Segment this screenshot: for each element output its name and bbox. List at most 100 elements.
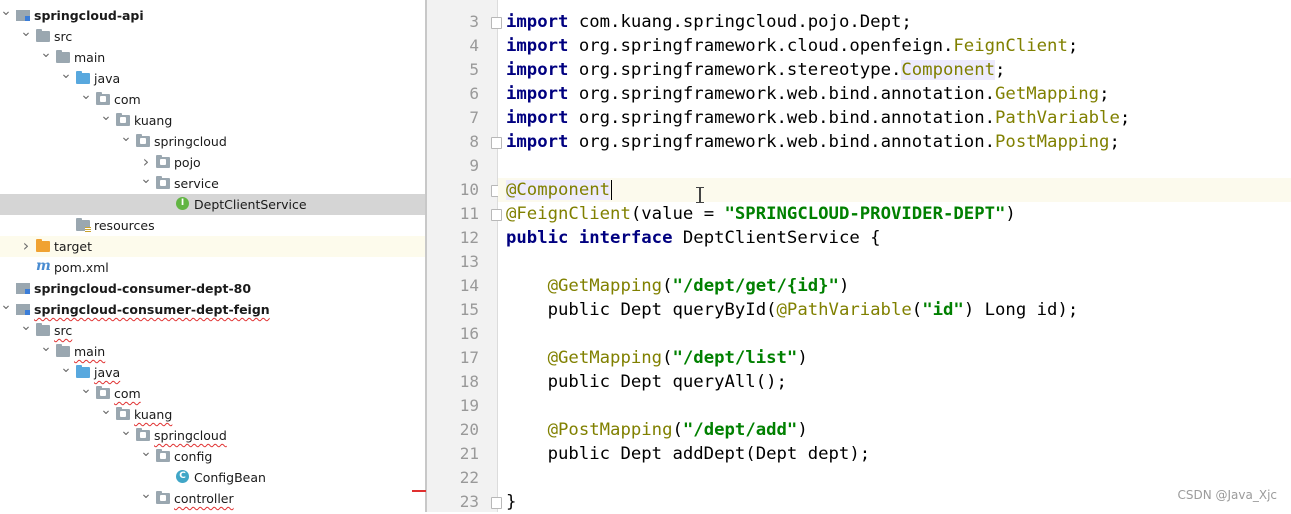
code-token: org.springframework.web.bind.annotation. (578, 132, 996, 152)
tree-item-deptclientservice[interactable]: I DeptClientService (0, 194, 425, 215)
chevron-down-icon[interactable]: ⌄ (20, 25, 32, 45)
code-line[interactable]: @GetMapping("/dept/list") (498, 346, 1291, 370)
code-line-text[interactable]: public Dept addDept(Dept dept); (506, 442, 871, 466)
code-line[interactable] (498, 322, 1291, 346)
code-editor[interactable]: import com.kuang.springcloud.pojo.Dept; i… (498, 0, 1291, 512)
code-line[interactable] (498, 394, 1291, 418)
folder-icon (56, 50, 70, 64)
tree-item-com[interactable]: ⌄ com (0, 88, 425, 110)
watermark: CSDN @Java_Xjc (1177, 488, 1277, 502)
code-line[interactable]: import org.springframework.stereotype.Co… (498, 58, 1291, 82)
tree-item-springcloud[interactable]: ⌄ springcloud (0, 130, 425, 152)
tree-item-main[interactable]: ⌄ main (0, 340, 425, 362)
code-line-text[interactable]: import org.springframework.web.bind.anno… (506, 82, 1109, 106)
tree-item-pom-xml[interactable]: m pom.xml (0, 257, 425, 278)
code-line[interactable]: @FeignClient(value = "SPRINGCLOUD-PROVID… (498, 202, 1291, 226)
code-line[interactable] (498, 250, 1291, 274)
code-line-text[interactable]: import org.springframework.web.bind.anno… (506, 130, 1120, 154)
chevron-down-icon[interactable]: ⌄ (0, 298, 12, 318)
code-line-text[interactable]: public Dept queryById(@PathVariable("id"… (506, 298, 1079, 322)
tree-item-configbean[interactable]: C ConfigBean (0, 467, 425, 488)
code-line[interactable]: @PostMapping("/dept/add") (498, 418, 1291, 442)
tree-item-src[interactable]: ⌄ src (0, 25, 425, 47)
module-icon (16, 281, 30, 295)
code-line-text[interactable]: @GetMapping("/dept/get/{id}") (506, 274, 850, 298)
tree-item-controller[interactable]: ⌄ controller (0, 487, 425, 509)
tree-item-service[interactable]: ⌄ service (0, 172, 425, 194)
chevron-down-icon[interactable]: ⌄ (80, 382, 92, 402)
tree-item-kuang[interactable]: ⌄ kuang (0, 403, 425, 425)
tree-item-main[interactable]: ⌄ main (0, 46, 425, 68)
code-line-text[interactable]: import org.springframework.stereotype.Co… (506, 58, 1005, 82)
tree-item-label: main (74, 50, 106, 65)
code-line[interactable]: @Component (498, 178, 1291, 202)
tree-item-pojo[interactable]: › pojo (0, 152, 425, 173)
code-line-text[interactable]: @PostMapping("/dept/add") (506, 418, 808, 442)
tree-item-resources[interactable]: resources (0, 215, 425, 236)
tree-item-label: kuang (134, 113, 173, 128)
tree-item-label: main (74, 344, 106, 359)
chevron-down-icon[interactable]: ⌄ (60, 67, 72, 87)
code-line-text[interactable]: public interface DeptClientService { (506, 226, 881, 250)
chevron-down-icon[interactable]: ⌄ (100, 109, 112, 129)
code-line[interactable]: import org.springframework.web.bind.anno… (498, 106, 1291, 130)
tree-item-springcloud-consumer-dept-80[interactable]: springcloud-consumer-dept-80 (0, 278, 425, 299)
code-line-text[interactable]: import org.springframework.cloud.openfei… (506, 34, 1078, 58)
chevron-down-icon[interactable]: ⌄ (140, 445, 152, 465)
code-line[interactable]: @GetMapping("/dept/get/{id}") (498, 274, 1291, 298)
tree-item-java[interactable]: ⌄ java (0, 67, 425, 89)
tree-item-label: target (54, 239, 93, 254)
code-line[interactable]: public Dept queryById(@PathVariable("id"… (498, 298, 1291, 322)
chevron-down-icon[interactable]: ⌄ (0, 4, 12, 24)
chevron-down-icon[interactable]: ⌄ (140, 487, 152, 507)
code-line[interactable]: public Dept addDept(Dept dept); (498, 442, 1291, 466)
code-line[interactable]: public Dept queryAll(); (498, 370, 1291, 394)
editor-gutter: 3 4 5 6 7 8 9 10 11 12 13 14 15 16 17 18 19 20 21 22 23 (427, 0, 502, 512)
line-number: 4 (469, 36, 479, 55)
code-line[interactable] (498, 466, 1291, 490)
code-line[interactable]: import org.springframework.web.bind.anno… (498, 82, 1291, 106)
code-line-text[interactable]: @FeignClient(value = "SPRINGCLOUD-PROVID… (506, 202, 1016, 226)
chevron-down-icon[interactable]: ⌄ (20, 319, 32, 339)
code-line-text[interactable]: @Component (506, 178, 613, 202)
code-token: ( (662, 348, 673, 368)
project-tree[interactable]: ⌄ springcloud-api ⌄ src ⌄ main ⌄ java ⌄ com ⌄ kuang… (0, 0, 425, 512)
line-number: 10 (459, 180, 479, 199)
tree-item-target[interactable]: › target (0, 236, 425, 257)
code-line[interactable]: import org.springframework.cloud.openfei… (498, 34, 1291, 58)
chevron-down-icon[interactable]: ⌄ (60, 361, 72, 381)
tree-item-springcloud-api[interactable]: ⌄ springcloud-api (0, 4, 425, 26)
tree-item-com[interactable]: ⌄ com (0, 382, 425, 404)
source-folder-icon (76, 365, 90, 379)
tree-item-label: service (174, 176, 219, 191)
chevron-right-icon[interactable]: › (20, 237, 32, 255)
code-token: ; (995, 60, 1006, 80)
chevron-down-icon[interactable]: ⌄ (100, 403, 112, 423)
code-line-text[interactable]: public Dept queryAll(); (506, 370, 787, 394)
code-token: org.springframework.web.bind.annotation. (578, 84, 996, 104)
chevron-down-icon[interactable]: ⌄ (80, 88, 92, 108)
code-line-text[interactable]: import org.springframework.web.bind.anno… (506, 106, 1130, 130)
tree-item-springcloud[interactable]: ⌄ springcloud (0, 424, 425, 446)
code-line-text[interactable]: import com.kuang.springcloud.pojo.Dept; (506, 10, 912, 34)
code-line[interactable]: import com.kuang.springcloud.pojo.Dept; (498, 10, 1291, 34)
code-line[interactable] (498, 154, 1291, 178)
chevron-down-icon[interactable]: ⌄ (140, 172, 152, 192)
tree-item-src[interactable]: ⌄ src (0, 319, 425, 341)
code-line[interactable]: import org.springframework.web.bind.anno… (498, 130, 1291, 154)
tree-item-kuang[interactable]: ⌄ kuang (0, 109, 425, 131)
chevron-down-icon[interactable]: ⌄ (40, 46, 52, 66)
tree-item-springcloud-consumer-dept-feign[interactable]: ⌄ springcloud-consumer-dept-feign (0, 298, 425, 320)
chevron-down-icon[interactable]: ⌄ (120, 130, 132, 150)
code-line-text[interactable]: @GetMapping("/dept/list") (506, 346, 808, 370)
code-line[interactable]: } (498, 490, 1291, 514)
chevron-down-icon[interactable]: ⌄ (120, 424, 132, 444)
code-line-text[interactable]: } (506, 490, 516, 514)
chevron-right-icon[interactable]: › (140, 153, 152, 171)
code-line[interactable]: public interface DeptClientService { (498, 226, 1291, 250)
tree-item-config[interactable]: ⌄ config (0, 445, 425, 467)
tree-item-java[interactable]: ⌄ java (0, 361, 425, 383)
chevron-down-icon[interactable]: ⌄ (40, 340, 52, 360)
